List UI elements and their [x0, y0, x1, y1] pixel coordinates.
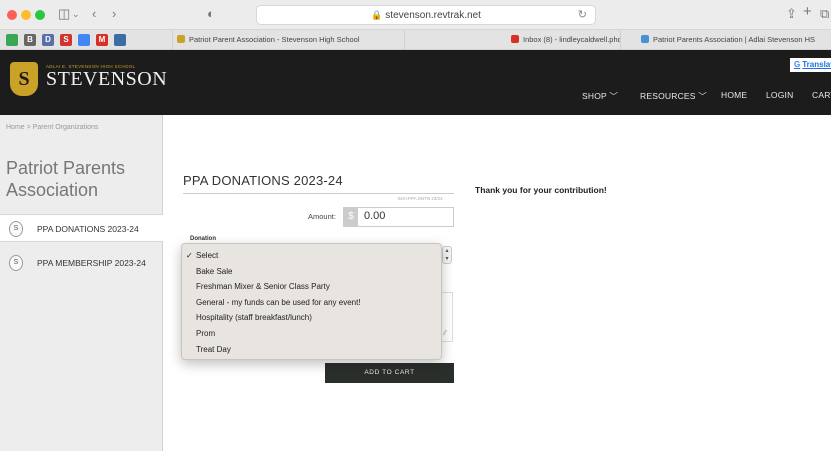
forward-icon[interactable]: › [112, 6, 116, 22]
amount-input[interactable]: $ 0.00 [343, 207, 454, 227]
share-icon[interactable]: ⇪ [786, 6, 797, 22]
chevron-down-icon: ﹀ [698, 91, 707, 101]
sidebar: Home > Parent Organizations Patriot Pare… [0, 115, 163, 451]
dropdown-option[interactable]: Treat Day [182, 342, 441, 358]
tab-favicon-icon [511, 35, 519, 43]
reload-icon[interactable]: ↻ [578, 6, 587, 24]
translate-button[interactable]: GTranslate [790, 58, 831, 72]
new-tab-icon[interactable]: + [803, 4, 812, 20]
close-window-button[interactable] [7, 10, 17, 20]
tab-gmail[interactable]: Inbox (8) - lindleycaldwell.phd@gmail.co… [404, 30, 620, 50]
dropdown-option[interactable]: Hospitality (staff breakfast/lunch) [182, 310, 441, 326]
chevron-down-icon[interactable]: ⌄ [72, 6, 80, 22]
google-icon: G [794, 60, 801, 69]
nav-shop[interactable]: SHOP ﹀ [582, 90, 618, 102]
bookmark-3-icon[interactable]: D [42, 34, 54, 46]
back-icon[interactable]: ‹ [92, 6, 96, 22]
nav-resources[interactable]: RESOURCES ﹀ [640, 90, 707, 102]
thank-you-message: Thank you for your contribution! [475, 185, 607, 195]
zoom-window-button[interactable] [35, 10, 45, 20]
address-bar[interactable]: 🔒 stevenson.revtrak.net ↻ [256, 5, 596, 25]
resize-handle-icon[interactable]: ⁄⁄ [444, 330, 446, 337]
nav-login[interactable]: LOGIN [766, 90, 793, 100]
chevron-down-icon: ﹀ [609, 91, 619, 101]
donation-dropdown-menu: ✓ Select Bake Sale Freshman Mixer & Senio… [181, 243, 442, 360]
dropdown-option[interactable]: General - my funds can be used for any e… [182, 295, 441, 311]
tab-overview-icon[interactable]: ⧉ [820, 6, 829, 22]
dropdown-option[interactable]: Bake Sale [182, 264, 441, 280]
breadcrumb[interactable]: Home > Parent Organizations [6, 124, 98, 131]
school-logo[interactable]: S [10, 62, 38, 96]
bookmark-7-icon[interactable] [114, 34, 126, 46]
page-title: PPA DONATIONS 2023-24 [183, 173, 343, 188]
amount-label: Amount: [308, 212, 336, 221]
title-divider [183, 193, 454, 194]
school-badge-icon: S [9, 221, 23, 237]
lock-icon: 🔒 [371, 10, 383, 20]
shield-icon[interactable]: ◐ [207, 6, 215, 22]
bookmark-5-icon[interactable] [78, 34, 90, 46]
tab-favicon-icon [641, 35, 649, 43]
sidebar-toggle-icon[interactable]: ◫ [58, 6, 70, 22]
url-text: stevenson.revtrak.net [385, 10, 481, 21]
school-badge-icon: S [9, 255, 23, 271]
sidebar-item-ppa-membership[interactable]: S PPA MEMBERSHIP 2023-24 [0, 249, 163, 277]
sidebar-item-ppa-donations[interactable]: S PPA DONATIONS 2023-24 [0, 214, 163, 242]
bookmark-1-icon[interactable] [6, 34, 18, 46]
browser-toolbar: ◫ ⌄ ‹ › ◐ 🔒 stevenson.revtrak.net ↻ ⇪ + ⧉ [0, 0, 831, 30]
currency-prefix: $ [344, 208, 358, 226]
nav-home[interactable]: HOME [721, 90, 747, 100]
dropdown-option[interactable]: ✓ Select [182, 248, 441, 264]
bookmark-6-icon[interactable]: M [96, 34, 108, 46]
logo-text[interactable]: STEVENSON [46, 68, 167, 91]
tab-bar: B D S M Patriot Parent Association - Ste… [0, 30, 831, 50]
donation-label: Donation [190, 236, 216, 242]
tab-favicon-icon [177, 35, 185, 43]
nav-cart[interactable]: CART [812, 90, 831, 100]
sidebar-item-label: PPA DONATIONS 2023-24 [37, 224, 139, 234]
minimize-window-button[interactable] [21, 10, 31, 20]
dropdown-option[interactable]: Prom [182, 326, 441, 342]
bookmark-2-icon[interactable]: B [24, 34, 36, 46]
tab-patriot-parents-hs[interactable]: Patriot Parents Association | Adlai Stev… [620, 30, 831, 50]
site-header: S ADLAI E. STEVENSON HIGH SCHOOL STEVENS… [0, 50, 831, 115]
tab-patriot-parent[interactable]: Patriot Parent Association - Stevenson H… [172, 30, 404, 50]
item-sku: Item:PPA DNTN 23/24 [398, 196, 443, 201]
sidebar-title: Patriot Parents Association [6, 158, 126, 200]
amount-value: 0.00 [364, 210, 386, 222]
bookmark-4-icon[interactable]: S [60, 34, 72, 46]
sidebar-item-label: PPA MEMBERSHIP 2023-24 [37, 258, 146, 268]
add-to-cart-button[interactable]: ADD TO CART [325, 363, 454, 383]
dropdown-option[interactable]: Freshman Mixer & Senior Class Party [182, 279, 441, 295]
checkmark-icon: ✓ [186, 251, 193, 260]
select-arrows-icon[interactable]: ▴ ▾ [442, 246, 452, 264]
